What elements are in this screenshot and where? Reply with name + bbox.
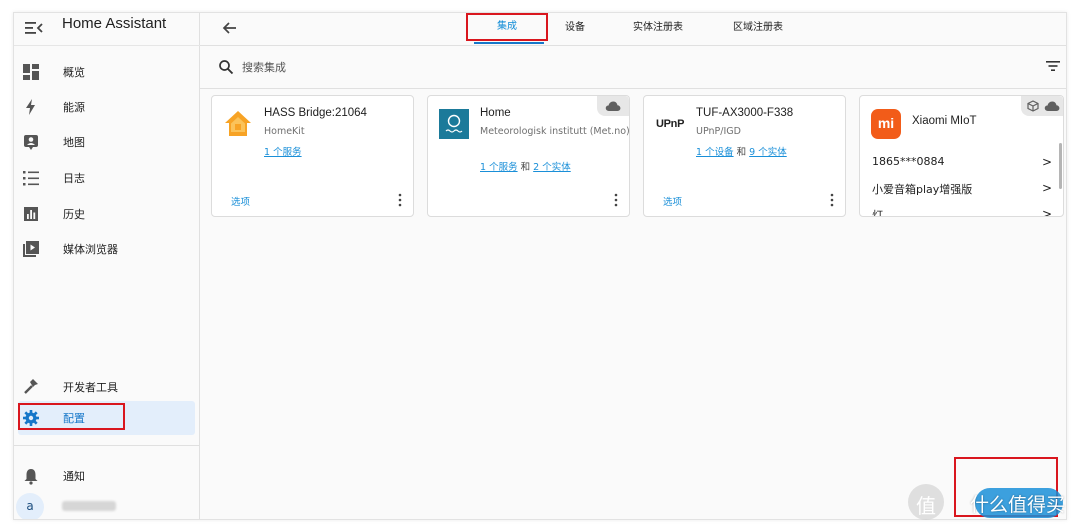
card-subtitle: Meteorologisk institutt (Met.no) — [480, 126, 630, 137]
main-content: 集成 设备 实体注册表 区域注册表 HAS — [200, 13, 1066, 519]
integration-card-met[interactable]: Home Meteorologisk institutt (Met.no) 1 … — [427, 95, 630, 217]
active-tab-indicator — [474, 42, 544, 44]
sidebar-header: Home Assistant — [14, 13, 200, 46]
sidebar-item-label: 开发者工具 — [63, 381, 118, 394]
entities-link[interactable]: 2 个实体 — [533, 162, 571, 173]
search-icon — [219, 60, 234, 75]
device-entry[interactable]: 灯 > — [872, 207, 1052, 217]
watermark-glyph: 值 — [916, 494, 936, 518]
history-chart-icon — [24, 207, 38, 221]
user-name-blurred — [62, 501, 116, 511]
more-options-icon[interactable] — [829, 193, 835, 207]
integration-card-xiaomi-miot[interactable]: mi Xiaomi MIoT 1865***0884 > 小爱音箱play增强版… — [859, 95, 1064, 217]
device-entry[interactable]: 小爱音箱play增强版 > — [872, 181, 1052, 197]
filter-icon[interactable] — [1045, 58, 1061, 74]
sidebar: Home Assistant 概览 能源 地图 日志 历史 媒体浏览器 开发者工… — [14, 13, 200, 519]
chevron-right-icon: > — [1041, 207, 1052, 217]
sidebar-item-label: 历史 — [63, 208, 85, 221]
menu-toggle-icon[interactable] — [22, 17, 46, 39]
upnp-logo: UPnP — [656, 118, 685, 130]
entities-link[interactable]: 9 个实体 — [749, 147, 787, 158]
more-options-icon[interactable] — [613, 193, 619, 207]
link-joiner: 和 — [520, 162, 531, 173]
sidebar-item-label: 能源 — [63, 101, 85, 114]
cloud-icon — [1044, 101, 1060, 111]
dashboard-icon — [23, 64, 39, 80]
map-icon — [24, 135, 38, 150]
card-links: 1 个服务 和 2 个实体 — [480, 159, 571, 173]
card-scrollbar[interactable] — [1059, 143, 1062, 189]
services-link[interactable]: 1 个服务 — [264, 147, 302, 158]
sidebar-item-map[interactable]: 地图 — [14, 125, 200, 159]
met-logo-icon — [439, 109, 469, 139]
sidebar-item-overview[interactable]: 概览 — [14, 55, 200, 89]
card-links: 1 个服务 — [264, 144, 302, 158]
back-arrow-icon[interactable] — [220, 18, 240, 38]
card-subtitle: UPnP/IGD — [696, 126, 741, 137]
cloud-badge — [1021, 96, 1063, 116]
bell-icon — [24, 469, 38, 485]
card-subtitle: HomeKit — [264, 126, 305, 137]
sidebar-item-energy[interactable]: 能源 — [14, 90, 200, 124]
xiaomi-logo-icon: mi — [871, 109, 901, 139]
sidebar-item-label: 日志 — [63, 172, 85, 185]
card-title: TUF-AX3000-F338 — [696, 107, 794, 119]
sidebar-item-notifications[interactable]: 通知 — [14, 459, 200, 493]
sidebar-item-logbook[interactable]: 日志 — [14, 161, 200, 195]
sidebar-item-developer-tools[interactable]: 开发者工具 — [14, 370, 200, 404]
card-title: Home — [480, 107, 511, 119]
package-icon — [1027, 100, 1039, 112]
cloud-badge — [597, 96, 629, 116]
search-input[interactable] — [240, 55, 944, 79]
annotation-box-configuration — [18, 403, 125, 430]
options-button[interactable]: 选项 — [231, 194, 250, 208]
top-bar: 集成 设备 实体注册表 区域注册表 — [200, 13, 1066, 46]
sidebar-divider — [14, 445, 200, 446]
watermark: 值 什么值得买 — [908, 478, 1068, 530]
tab-area-registry[interactable]: 区域注册表 — [733, 18, 783, 44]
homekit-house-icon — [225, 111, 251, 136]
watermark-text: 什么值得买 — [970, 494, 1066, 516]
sidebar-item-media-browser[interactable]: 媒体浏览器 — [14, 232, 200, 266]
avatar[interactable]: a — [16, 493, 44, 519]
card-title: HASS Bridge:21064 — [264, 107, 367, 119]
device-entry[interactable]: 1865***0884 > — [872, 155, 1052, 169]
device-entry-label: 灯 — [872, 209, 883, 217]
chevron-right-icon: > — [1041, 181, 1052, 195]
sidebar-item-history[interactable]: 历史 — [14, 197, 200, 231]
search-bar — [200, 46, 1066, 89]
sidebar-item-label: 概览 — [63, 66, 85, 79]
sidebar-item-label: 通知 — [63, 470, 85, 483]
media-play-icon — [23, 241, 39, 257]
cloud-icon — [605, 101, 621, 111]
card-title: Xiaomi MIoT — [912, 115, 977, 127]
device-entry-label: 小爱音箱play增强版 — [872, 183, 973, 196]
sidebar-item-label: 媒体浏览器 — [63, 243, 118, 256]
chevron-right-icon: > — [1041, 155, 1052, 169]
options-button[interactable]: 选项 — [663, 194, 682, 208]
logbook-icon — [23, 171, 39, 186]
integration-card-homekit[interactable]: HASS Bridge:21064 HomeKit 1 个服务 选项 — [211, 95, 414, 217]
annotation-box-integrations-tab — [466, 13, 548, 41]
services-link[interactable]: 1 个服务 — [480, 162, 518, 173]
sidebar-item-label: 地图 — [63, 136, 85, 149]
device-entry-label: 1865***0884 — [872, 155, 945, 168]
hammer-icon — [24, 379, 38, 394]
card-links: 1 个设备 和 9 个实体 — [696, 144, 787, 158]
app-window: Home Assistant 概览 能源 地图 日志 历史 媒体浏览器 开发者工… — [13, 12, 1067, 520]
tab-devices[interactable]: 设备 — [565, 18, 585, 44]
lightning-icon — [26, 99, 35, 115]
more-options-icon[interactable] — [397, 193, 403, 207]
xiaomi-logo-text: mi — [877, 115, 895, 131]
tab-entity-registry[interactable]: 实体注册表 — [633, 18, 683, 44]
devices-link[interactable]: 1 个设备 — [696, 147, 734, 158]
integration-card-upnp[interactable]: UPnP TUF-AX3000-F338 UPnP/IGD 1 个设备 和 9 … — [643, 95, 846, 217]
link-joiner: 和 — [736, 147, 747, 158]
app-title: Home Assistant — [62, 15, 167, 32]
